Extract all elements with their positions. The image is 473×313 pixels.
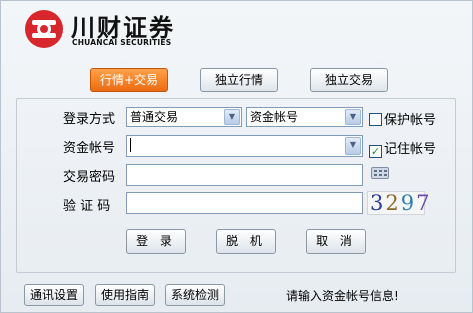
- comm-settings-button[interactable]: 通讯设置: [24, 284, 84, 306]
- tab-quote-and-trade[interactable]: 行情+交易: [90, 68, 168, 92]
- checkmark-icon[interactable]: ✓: [369, 145, 382, 158]
- account-label: 资金帐号: [63, 141, 116, 156]
- login-mode-select[interactable]: 普通交易 ▼: [126, 107, 242, 127]
- password-label: 交易密码: [63, 170, 116, 185]
- captcha-glyph: 9: [400, 191, 417, 215]
- captcha-image[interactable]: 3297: [367, 191, 429, 215]
- chevron-down-icon[interactable]: ▼: [345, 137, 361, 155]
- captcha-input[interactable]: [126, 192, 363, 214]
- captcha-glyph: 3: [370, 191, 386, 215]
- captcha-glyph: 7: [416, 191, 432, 215]
- protect-account-label: 保护帐号: [384, 113, 437, 128]
- status-message: 请输入资金帐号信息!: [286, 289, 399, 303]
- user-guide-button[interactable]: 使用指南: [95, 284, 155, 306]
- logo-mark-icon: [25, 10, 63, 48]
- account-type-select[interactable]: 资金帐号 ▼: [246, 107, 363, 127]
- chevron-down-icon[interactable]: ▼: [224, 109, 240, 125]
- text-cursor: [130, 138, 131, 152]
- cancel-button[interactable]: 取 消: [306, 229, 366, 254]
- checkbox-box[interactable]: [369, 113, 382, 126]
- account-combobox[interactable]: ▼: [126, 135, 363, 157]
- remember-account-label: 记住帐号: [384, 142, 437, 157]
- login-window: 川财证券 CHUANCAI SECURITIES 行情+交易 独立行情 独立交易…: [0, 0, 473, 313]
- password-input[interactable]: [126, 164, 363, 186]
- offline-button[interactable]: 脱 机: [216, 229, 276, 254]
- remember-account-checkbox[interactable]: ✓ 记住帐号: [369, 138, 436, 158]
- logo-name-en: CHUANCAI SECURITIES: [72, 38, 172, 47]
- keyboard-icon[interactable]: [371, 167, 389, 179]
- system-check-button[interactable]: 系统检测: [165, 284, 225, 306]
- login-mode-value: 普通交易: [130, 110, 179, 124]
- chevron-down-icon[interactable]: ▼: [345, 109, 361, 125]
- captcha-glyph: 2: [385, 191, 401, 215]
- account-type-value: 资金帐号: [250, 110, 299, 124]
- login-mode-label: 登录方式: [63, 112, 116, 127]
- protect-account-checkbox[interactable]: 保护帐号: [369, 109, 436, 128]
- tab-quote-only[interactable]: 独立行情: [200, 68, 278, 92]
- captcha-label: 验 证 码: [63, 199, 111, 214]
- captcha-image-text: 3297: [370, 191, 432, 215]
- login-button[interactable]: 登 录: [126, 229, 186, 254]
- tab-trade-only[interactable]: 独立交易: [310, 68, 388, 92]
